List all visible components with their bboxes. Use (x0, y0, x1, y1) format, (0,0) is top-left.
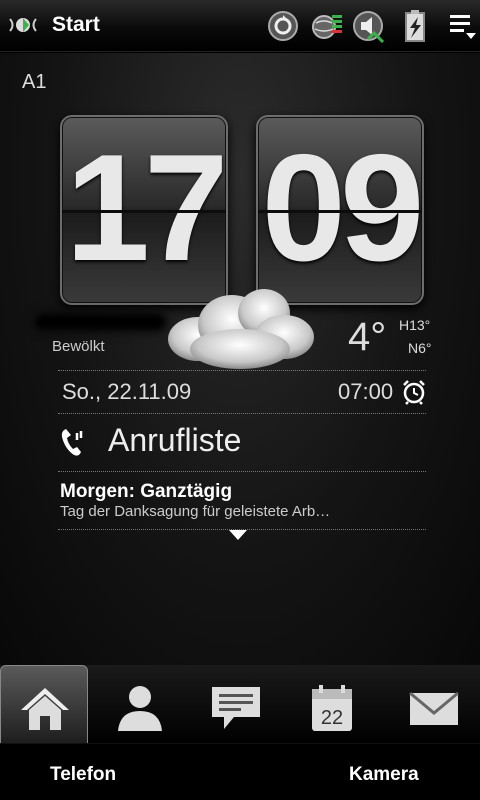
divider (58, 471, 426, 472)
date-label[interactable]: So., 22.11.09 (62, 379, 191, 405)
weather-city-redacted (36, 315, 164, 329)
call-log-button[interactable]: Anrufliste (108, 422, 241, 459)
high-temperature: H13° (399, 317, 431, 333)
tab-calendar[interactable]: 22 (288, 665, 376, 743)
messages-icon (212, 687, 260, 729)
home-icon (21, 688, 69, 730)
event-subtitle[interactable]: Tag der Danksagung für geleistete Arb… (60, 503, 330, 520)
sync-icon[interactable] (266, 9, 300, 43)
app-title[interactable]: Start (52, 13, 100, 37)
carrier-label: A1 (22, 71, 47, 93)
current-temperature[interactable]: 4° (348, 315, 386, 360)
cloud-icon[interactable] (160, 279, 320, 375)
weather-condition[interactable]: Bewölkt (52, 338, 105, 355)
volume-icon[interactable] (352, 9, 386, 43)
title-bar: Start (0, 0, 480, 52)
menu-icon[interactable] (446, 9, 480, 43)
softkey-phone[interactable]: Telefon (50, 764, 116, 786)
divider (58, 413, 426, 414)
softkey-camera[interactable]: Kamera (349, 764, 419, 786)
calendar-icon: 22 (312, 685, 352, 731)
clock-hour[interactable]: 17 (60, 115, 228, 305)
alarm-clock-icon[interactable] (402, 379, 426, 405)
tab-contacts[interactable] (96, 665, 184, 743)
windows-start-icon[interactable] (6, 10, 40, 40)
divider (58, 370, 426, 371)
clock-hour-digits: 17 (65, 123, 226, 293)
tab-dock: 22 (0, 665, 480, 743)
clock-minute[interactable]: 09 (256, 115, 424, 305)
signal-icon[interactable] (310, 9, 344, 43)
calendar-day: 22 (321, 707, 343, 729)
battery-icon[interactable] (398, 9, 432, 43)
alarm-time[interactable]: 07:00 (338, 379, 393, 405)
contacts-icon (118, 686, 162, 731)
softkey-bar: Telefon Kamera (0, 743, 480, 800)
mail-icon (409, 691, 459, 725)
chevron-down-icon[interactable] (229, 530, 247, 540)
phone-icon[interactable] (60, 427, 86, 457)
clock-minute-digits: 09 (261, 123, 422, 293)
tab-mail[interactable] (390, 665, 478, 743)
tab-messages[interactable] (192, 665, 280, 743)
tab-home[interactable] (0, 665, 88, 743)
low-temperature: N6° (408, 340, 432, 356)
home-panel: A1 17 09 Bewölkt 4° H13° N6° So., 22.11.… (0, 53, 480, 665)
event-title[interactable]: Morgen: Ganztägig (60, 481, 232, 503)
